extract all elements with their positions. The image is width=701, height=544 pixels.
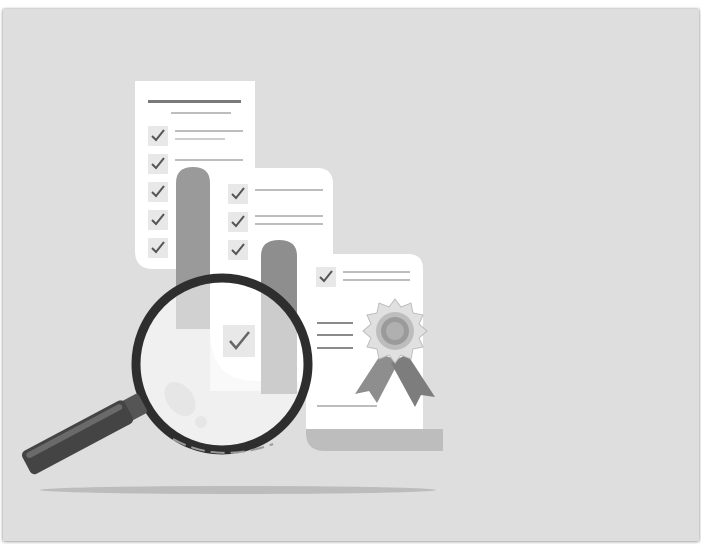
illustration-frame bbox=[3, 9, 699, 541]
document-review-illustration bbox=[21, 81, 443, 494]
check-row bbox=[148, 210, 168, 230]
check-row bbox=[148, 182, 168, 202]
title-line bbox=[148, 100, 241, 103]
document-curl bbox=[306, 429, 443, 451]
check-row bbox=[148, 238, 168, 258]
floor-shadow bbox=[40, 486, 436, 494]
certificate-document bbox=[306, 254, 443, 451]
magnifier-handle bbox=[21, 393, 147, 475]
check-row bbox=[228, 240, 248, 260]
magnifying-glass-icon bbox=[21, 273, 313, 475]
